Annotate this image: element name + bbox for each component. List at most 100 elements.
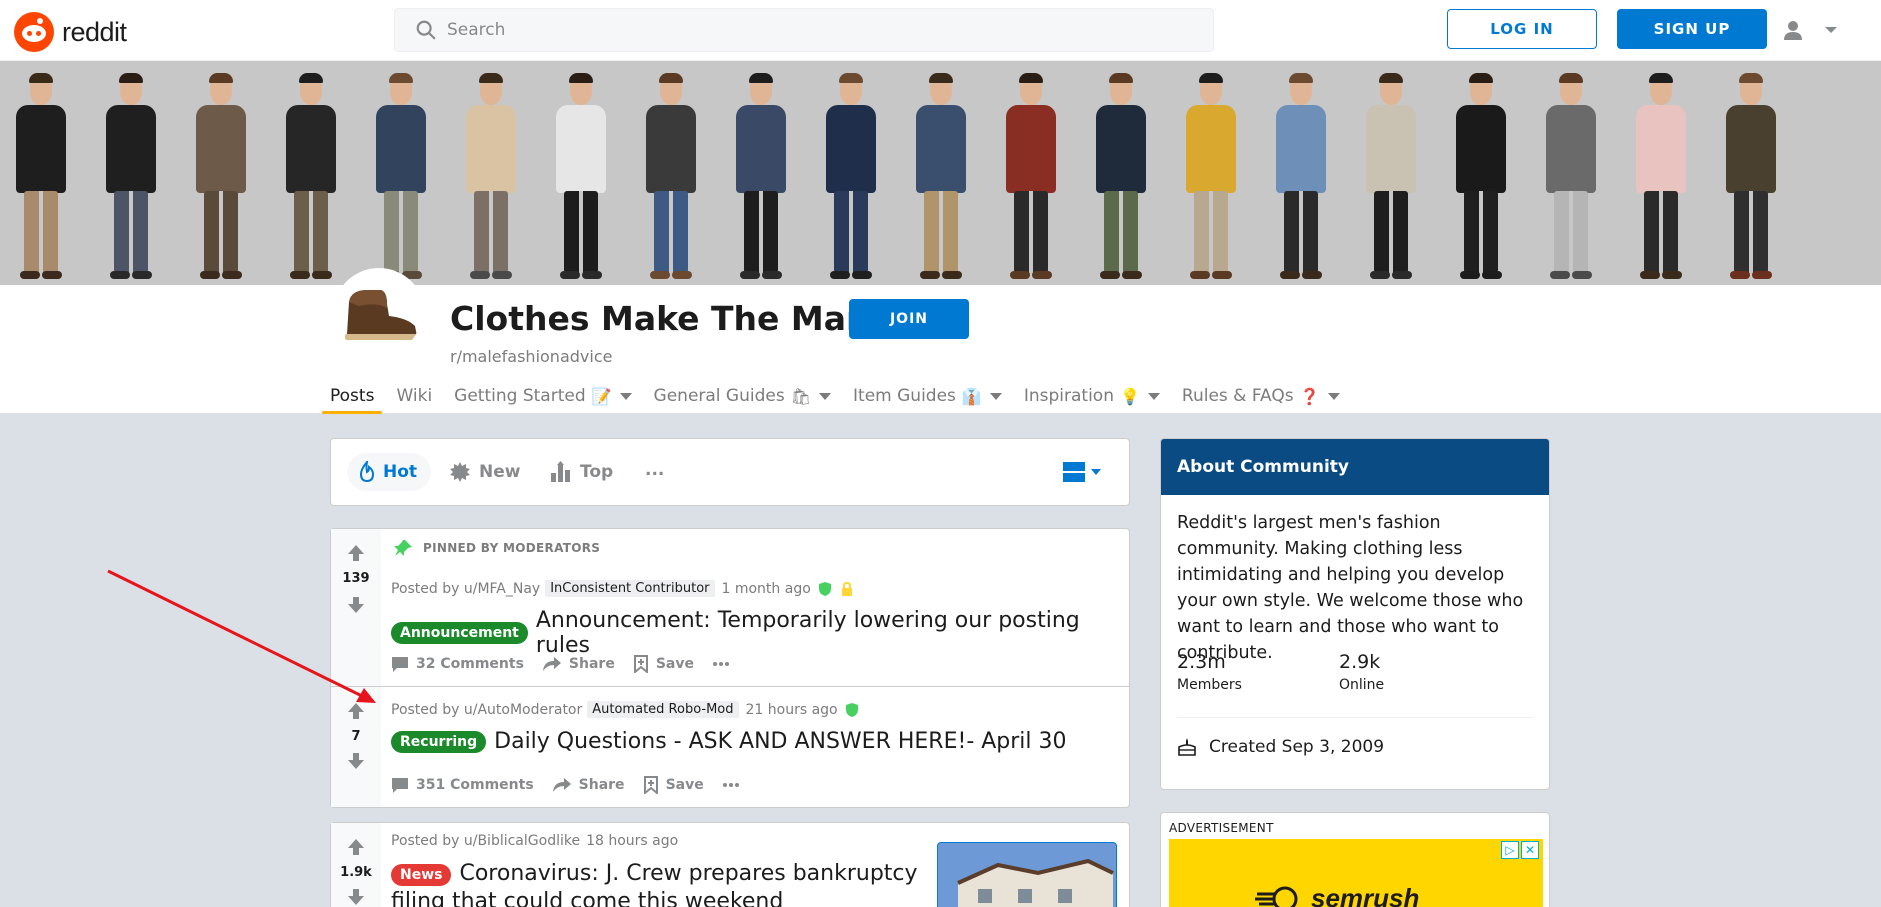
tab-posts[interactable]: Posts — [321, 383, 383, 414]
search-input[interactable] — [447, 20, 1147, 40]
banner-figure — [1360, 73, 1420, 281]
tab-label: Item Guides — [853, 386, 956, 406]
banner-figure — [1000, 73, 1060, 281]
ad-brand[interactable]: semrush — [1255, 883, 1419, 907]
vote-count: 1.9k — [340, 865, 372, 880]
downvote-icon[interactable] — [346, 595, 366, 615]
share-button[interactable]: Share — [552, 777, 625, 793]
user-menu-dropdown[interactable] — [1782, 16, 1852, 44]
banner-figure — [370, 73, 430, 281]
tab-rules-faqs[interactable]: Rules & FAQs ❓ — [1182, 383, 1340, 409]
sort-new-button[interactable]: New — [449, 453, 520, 491]
ad-brand-text: semrush — [1311, 883, 1420, 907]
banner-figure — [550, 73, 610, 281]
ad-choices-icon[interactable]: ▷ — [1501, 841, 1519, 859]
banner-figure — [1270, 73, 1330, 281]
view-toggle-button[interactable] — [1062, 461, 1102, 483]
chevron-down-icon — [1091, 469, 1101, 475]
signup-button[interactable]: SIGN UP — [1617, 9, 1767, 49]
close-icon[interactable]: ✕ — [1521, 841, 1539, 859]
sort-hot-button[interactable]: Hot — [347, 453, 432, 491]
ad-label: ADVERTISEMENT — [1169, 821, 1274, 835]
lock-icon — [841, 581, 852, 596]
ad-choices[interactable]: ▷ ✕ — [1499, 841, 1539, 859]
banner-figure — [460, 73, 520, 281]
post-time[interactable]: 1 month ago — [722, 581, 811, 597]
post-time[interactable]: 18 hours ago — [586, 833, 678, 849]
post-flair[interactable]: News — [391, 864, 452, 886]
post-title[interactable]: Daily Questions - ASK AND ANSWER HERE!- … — [494, 729, 1066, 754]
pinned-indicator: PINNED BY MODERATORS — [393, 539, 600, 557]
post-flair[interactable]: Announcement — [391, 622, 528, 644]
post-flair[interactable]: Recurring — [391, 730, 487, 753]
ad-banner[interactable]: ▷ ✕ semrush — [1169, 839, 1543, 907]
tab-inspiration[interactable]: Inspiration 💡 — [1024, 383, 1160, 409]
save-button[interactable]: Save — [633, 655, 694, 673]
tab-label: Posts — [330, 386, 375, 406]
post-title-row[interactable]: Announcement Announcement: Temporarily l… — [391, 608, 1129, 658]
join-button[interactable]: JOIN — [849, 299, 969, 339]
tab-general-guides[interactable]: General Guides 🛍 — [654, 383, 832, 409]
user-flair: InConsistent Contributor — [545, 580, 715, 597]
mod-shield-icon — [845, 702, 858, 717]
comments-button[interactable]: 32 Comments — [391, 656, 524, 673]
tab-getting-started[interactable]: Getting Started 📝 — [454, 383, 632, 409]
chevron-down-icon — [1327, 392, 1340, 400]
post-title[interactable]: Coronavirus: J. Crew prepares bankruptcy — [459, 861, 917, 886]
post-title-row[interactable]: Recurring Daily Questions - ASK AND ANSW… — [391, 729, 1067, 754]
share-button[interactable]: Share — [542, 656, 615, 672]
shopping-bags-icon: 🛍 — [790, 386, 812, 406]
login-button[interactable]: LOG IN — [1447, 9, 1597, 49]
more-options-button[interactable] — [722, 782, 747, 788]
post-time[interactable]: 21 hours ago — [746, 702, 838, 718]
new-burst-icon — [450, 462, 470, 482]
pinned-label: PINNED BY MODERATORS — [423, 541, 601, 555]
community-icon[interactable] — [333, 268, 425, 360]
upvote-icon[interactable] — [346, 543, 366, 563]
posted-by[interactable]: Posted by u/MFA_Nay — [391, 581, 540, 597]
ellipsis-icon — [722, 783, 739, 787]
post-card[interactable]: 139 PINNED BY MODERATORS Posted by u/MFA… — [330, 528, 1130, 687]
banner-figure — [730, 73, 790, 281]
created-date: Created Sep 3, 2009 — [1177, 737, 1384, 757]
more-options-button[interactable]: ... — [645, 451, 664, 489]
post-thumbnail[interactable] — [937, 842, 1117, 907]
post-title-row-2[interactable]: filing that could come this weekend — [391, 889, 783, 907]
banner-figure — [640, 73, 700, 281]
post-title[interactable]: Announcement: Temporarily lowering our p… — [536, 608, 1129, 658]
posted-by[interactable]: Posted by u/AutoModerator — [391, 702, 582, 718]
tab-wiki[interactable]: Wiki — [396, 383, 432, 409]
tab-label: Getting Started — [454, 386, 586, 406]
comments-label: 351 Comments — [416, 777, 534, 793]
post-title-row[interactable]: News Coronavirus: J. Crew prepares bankr… — [391, 861, 918, 886]
sort-top-button[interactable]: Top — [550, 453, 613, 491]
upvote-icon[interactable] — [346, 837, 366, 857]
cake-icon — [1178, 738, 1196, 756]
post-card[interactable]: 7 Posted by u/AutoModerator Automated Ro… — [330, 686, 1130, 808]
more-options-button[interactable] — [712, 661, 737, 667]
question-mark-icon: ❓ — [1299, 386, 1320, 406]
chevron-down-icon — [619, 392, 632, 400]
search-bar[interactable] — [394, 8, 1214, 52]
reddit-logo[interactable]: reddit — [14, 12, 127, 52]
share-icon — [552, 778, 571, 792]
semrush-logo-icon — [1255, 886, 1298, 907]
advertisement-card: ADVERTISEMENT ▷ ✕ semrush — [1160, 812, 1550, 907]
downvote-icon[interactable] — [346, 887, 366, 907]
comments-button[interactable]: 351 Comments — [391, 777, 534, 794]
banner-figure — [1720, 73, 1780, 281]
downvote-icon[interactable] — [346, 751, 366, 771]
about-heading: About Community — [1161, 439, 1549, 495]
upvote-icon[interactable] — [346, 701, 366, 721]
tab-item-guides[interactable]: Item Guides 👔 — [853, 383, 1002, 409]
post-actions: 32 Comments Share Save — [391, 655, 755, 673]
post-card[interactable]: 1.9k Posted by u/BiblicalGodlike 18 hour… — [330, 822, 1130, 907]
online-label: Online — [1339, 677, 1385, 693]
banner-figure — [1540, 73, 1600, 281]
posted-by[interactable]: Posted by u/BiblicalGodlike — [391, 833, 580, 849]
post-title-continued[interactable]: filing that could come this weekend — [391, 889, 783, 907]
tab-label: General Guides — [653, 386, 785, 406]
save-label: Save — [665, 777, 704, 793]
save-button[interactable]: Save — [643, 776, 704, 794]
banner-figure — [100, 73, 160, 281]
